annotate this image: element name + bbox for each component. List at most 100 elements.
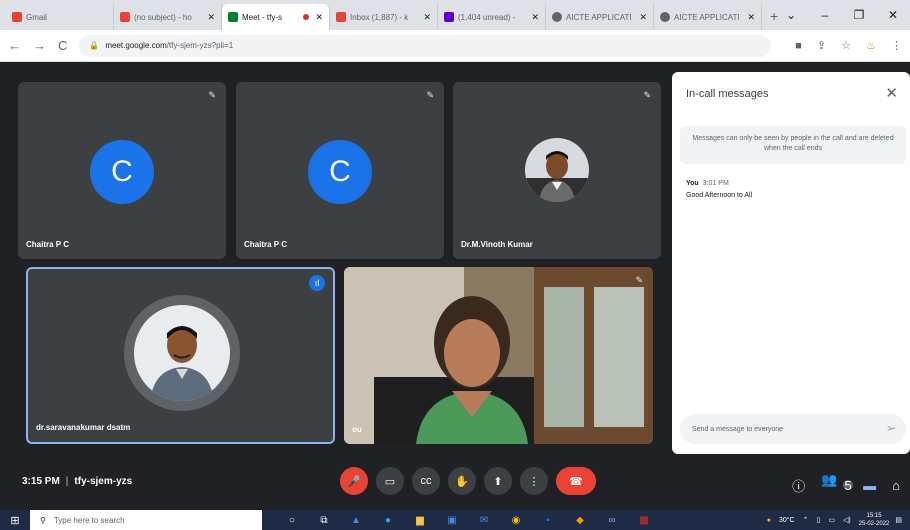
- raise-hand-button[interactable]: ✋: [448, 467, 476, 495]
- url-field[interactable]: 🔒 meet.google.com/tfy-sjem-yzs?pli=1: [79, 34, 772, 57]
- reload-icon[interactable]: C: [58, 38, 67, 53]
- leave-call-button[interactable]: ☎: [556, 467, 596, 495]
- app-icon[interactable]: ▩: [628, 515, 660, 526]
- tab-search-icon[interactable]: ⌄: [774, 8, 808, 22]
- app-icon[interactable]: ▲: [340, 515, 372, 526]
- chat-sender: You: [686, 180, 699, 187]
- lock-icon: 🔒: [89, 41, 100, 50]
- mic-toggle-button[interactable]: 🎤: [340, 467, 368, 495]
- browser-tab-aicte-2[interactable]: AICTE APPLICATI ✕: [654, 4, 762, 30]
- meeting-details-icon[interactable]: ⓘ: [792, 476, 805, 495]
- address-bar-row: ← → C 🔒 meet.google.com/tfy-sjem-yzs?pli…: [0, 30, 910, 62]
- forward-icon[interactable]: →: [33, 38, 46, 53]
- notifications-icon[interactable]: ▤: [895, 516, 902, 524]
- file-explorer-icon[interactable]: ▆: [404, 515, 436, 526]
- avatar: C: [308, 140, 372, 204]
- participant-tile[interactable]: ✎ Dr.M.Vinoth Kumar: [453, 82, 661, 259]
- share-icon[interactable]: ⇪: [817, 40, 826, 52]
- gmail-icon: [12, 12, 22, 22]
- weather-icon[interactable]: ●: [767, 517, 771, 524]
- captions-button[interactable]: cc: [412, 467, 440, 495]
- windows-start-icon[interactable]: ⊞: [0, 514, 30, 527]
- volume-icon[interactable]: ◁): [843, 516, 851, 524]
- cortana-icon[interactable]: ○: [276, 515, 308, 526]
- taskbar-clock[interactable]: 15:15 25-02-2022: [859, 512, 890, 528]
- browser-tab-aicte-1[interactable]: AICTE APPLICATI ✕: [546, 4, 654, 30]
- minimize-icon[interactable]: –: [808, 8, 842, 22]
- mic-off-icon: ✎: [635, 275, 643, 285]
- chat-panel-title: In-call messages: [686, 88, 769, 100]
- store-icon[interactable]: ▣: [436, 515, 468, 526]
- search-icon: ⚲: [40, 515, 46, 525]
- participant-name: Chaitra P C: [244, 240, 287, 249]
- address-bar-actions: ■ ⇪ ☆ ♨ ⋮: [783, 39, 902, 52]
- globe-icon: [552, 12, 562, 22]
- edge-icon[interactable]: ●: [372, 515, 404, 526]
- task-view-icon[interactable]: ⧉: [308, 515, 340, 526]
- java-extension-icon[interactable]: ♨: [866, 40, 876, 52]
- participant-tile-active-speaker[interactable]: ıl dr.saravanakumar dsatm: [26, 267, 335, 444]
- chrome-icon[interactable]: ◉: [500, 515, 532, 526]
- tray-overflow-icon[interactable]: ⌃: [803, 516, 809, 524]
- tab-title: (no subject) - ho: [134, 12, 192, 22]
- browser-tab-bar: Gmail (no subject) - ho ✕ Meet - tfy-s ✕…: [0, 0, 910, 30]
- browser-tab-yahoo[interactable]: (1,404 unread) - ✕: [438, 4, 546, 30]
- browser-menu-icon[interactable]: ⋮: [891, 40, 902, 52]
- browser-tab-gmail[interactable]: Gmail: [6, 4, 114, 30]
- browser-tab-inbox[interactable]: Inbox (1,887) - k ✕: [330, 4, 438, 30]
- close-window-icon[interactable]: ✕: [876, 8, 910, 22]
- meeting-code: tfy-sjem-yzs: [74, 476, 133, 487]
- in-call-messages-panel: In-call messages ✕ Messages can only be …: [672, 72, 910, 454]
- bookmark-star-icon[interactable]: ☆: [841, 40, 851, 52]
- chat-message-header: You 3:01 PM: [686, 180, 729, 187]
- present-button[interactable]: ⬆: [484, 467, 512, 495]
- meeting-side-controls: ⓘ 👥 5 ▬ ⌂: [776, 472, 900, 498]
- close-icon[interactable]: ✕: [885, 84, 898, 102]
- back-icon[interactable]: ←: [8, 38, 21, 53]
- taskbar-search-input[interactable]: ⚲ Type here to search: [30, 510, 262, 530]
- more-options-button[interactable]: ⋮: [520, 467, 548, 495]
- globe-icon: [660, 12, 670, 22]
- people-icon[interactable]: 👥 5: [821, 472, 854, 498]
- chat-icon[interactable]: ▬: [863, 478, 876, 493]
- meet-icon: [228, 12, 238, 22]
- avatar: C: [90, 140, 154, 204]
- mail-icon[interactable]: ✉: [468, 515, 500, 526]
- tab-title: AICTE APPLICATI: [566, 12, 632, 22]
- battery-icon[interactable]: ▯: [816, 516, 820, 524]
- close-tab-icon[interactable]: ✕: [531, 12, 539, 23]
- gmail-icon: [336, 12, 346, 22]
- system-tray: ● 30°C ⌃ ▯ ▭ ◁) 15:15 25-02-2022 ▤: [767, 510, 910, 530]
- activities-icon[interactable]: ⌂: [892, 478, 900, 493]
- mic-off-icon: ✎: [426, 90, 434, 100]
- maximize-icon[interactable]: ❐: [842, 8, 876, 22]
- url-host: meet.google.com: [105, 41, 167, 50]
- browser-tab-no-subject[interactable]: (no subject) - ho ✕: [114, 4, 222, 30]
- close-tab-icon[interactable]: ✕: [315, 12, 323, 23]
- camera-feed: [344, 267, 653, 444]
- tab-title: Gmail: [26, 12, 47, 22]
- network-icon[interactable]: ▭: [828, 516, 835, 524]
- windows-taskbar: ⊞ ⚲ Type here to search ○ ⧉ ▲ ● ▆ ▣ ✉ ◉ …: [0, 510, 910, 530]
- camera-in-use-icon[interactable]: ■: [795, 40, 802, 52]
- app-icon[interactable]: ∞: [596, 515, 628, 526]
- meet-stage: ✎ C Chaitra P C ✎ C Chaitra P C ✎ Dr.M.V…: [0, 62, 910, 510]
- close-tab-icon[interactable]: ✕: [207, 12, 215, 23]
- call-controls: 🎤 ▭ cc ✋ ⬆ ⋮ ☎: [340, 467, 604, 495]
- close-tab-icon[interactable]: ✕: [423, 12, 431, 23]
- participant-tile[interactable]: ✎ C Chaitra P C: [236, 82, 444, 259]
- close-tab-icon[interactable]: ✕: [639, 12, 647, 23]
- meeting-time: 3:15 PM: [22, 476, 60, 487]
- window-controls: ⌄ – ❐ ✕: [774, 0, 910, 30]
- paint-icon[interactable]: ◆: [564, 515, 596, 526]
- clock-time: 15:15: [866, 513, 882, 519]
- tab-title: Inbox (1,887) - k: [350, 12, 409, 22]
- browser-tab-meet[interactable]: Meet - tfy-s ✕: [222, 4, 330, 30]
- participant-tile[interactable]: ✎ ou: [344, 267, 653, 444]
- close-tab-icon[interactable]: ✕: [747, 12, 755, 23]
- send-icon[interactable]: ➢: [886, 421, 896, 435]
- participant-tile[interactable]: ✎ C Chaitra P C: [18, 82, 226, 259]
- chat-message-input[interactable]: Send a message to everyone ➢: [680, 414, 906, 444]
- app-icon[interactable]: ▪: [532, 515, 564, 526]
- camera-toggle-button[interactable]: ▭: [376, 467, 404, 495]
